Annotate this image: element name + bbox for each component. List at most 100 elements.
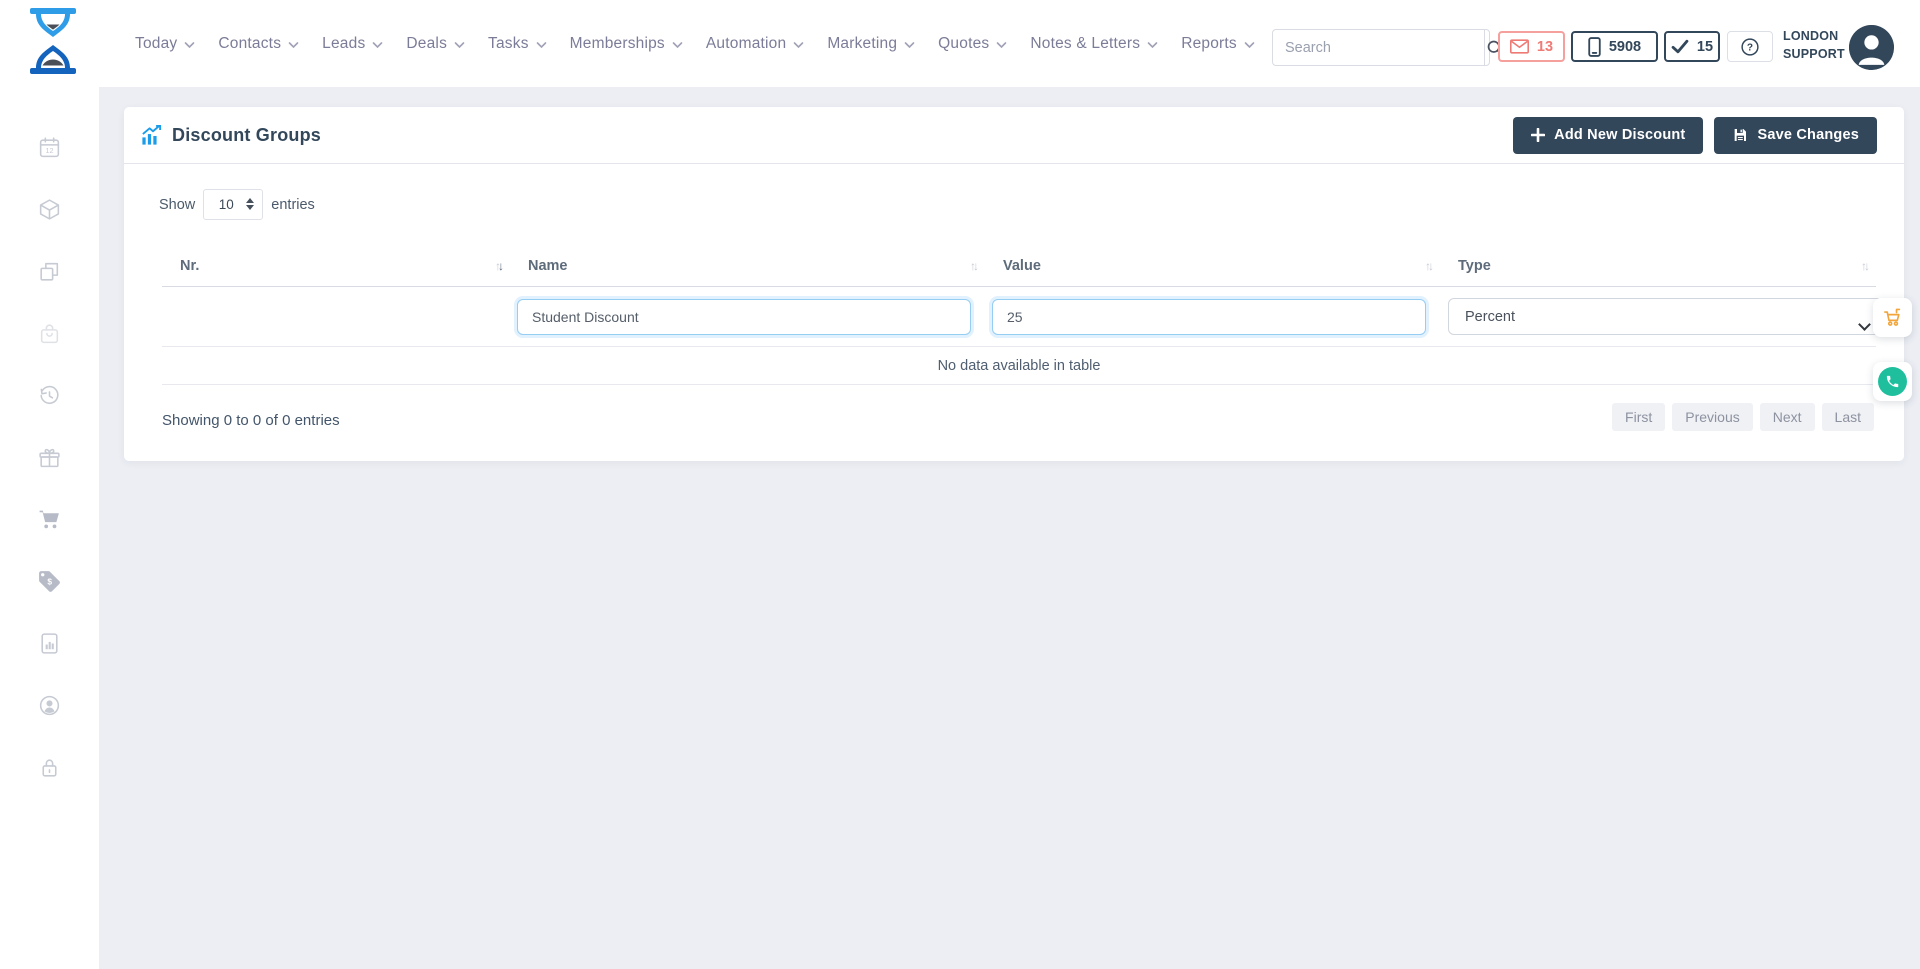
nav-item-tasks[interactable]: Tasks bbox=[488, 35, 547, 53]
gift-icon[interactable] bbox=[37, 445, 62, 470]
chevron-down-icon bbox=[372, 41, 383, 49]
svg-text:?: ? bbox=[1747, 42, 1753, 53]
nav-label: Automation bbox=[706, 35, 786, 53]
pagination-previous-button[interactable]: Previous bbox=[1672, 403, 1752, 431]
nav-label: Notes & Letters bbox=[1030, 35, 1140, 53]
floating-cart-button[interactable] bbox=[1873, 298, 1912, 337]
left-sidebar: 12 $ bbox=[0, 87, 99, 969]
discount-name-input[interactable] bbox=[517, 299, 971, 335]
nav-item-automation[interactable]: Automation bbox=[706, 35, 804, 53]
column-header-value[interactable]: Value ↑↓ bbox=[985, 245, 1440, 286]
plus-icon bbox=[1531, 128, 1545, 142]
person-icon bbox=[1849, 25, 1894, 70]
user-name: LONDON SUPPORT bbox=[1783, 27, 1849, 63]
column-label: Nr. bbox=[180, 258, 199, 274]
nav-label: Memberships bbox=[570, 35, 665, 53]
sort-icon: ↑↓ bbox=[1425, 259, 1434, 273]
sort-icon: ↑↓ bbox=[495, 259, 504, 273]
column-label: Value bbox=[1003, 258, 1041, 274]
chart-up-icon bbox=[140, 124, 163, 147]
help-button[interactable]: ? bbox=[1727, 31, 1773, 62]
column-header-name[interactable]: Name ↑↓ bbox=[510, 245, 985, 286]
nav-item-marketing[interactable]: Marketing bbox=[827, 35, 915, 53]
avatar[interactable] bbox=[1849, 25, 1894, 70]
phone-notifications-badge[interactable]: 5908 bbox=[1571, 31, 1658, 62]
account-icon[interactable] bbox=[37, 693, 62, 718]
nav-label: Marketing bbox=[827, 35, 897, 53]
nav-item-contacts[interactable]: Contacts bbox=[218, 35, 299, 53]
chevron-down-icon bbox=[793, 41, 804, 49]
phone-circle bbox=[1878, 367, 1907, 396]
discount-value-input[interactable] bbox=[992, 299, 1426, 335]
pagination-last-button[interactable]: Last bbox=[1822, 403, 1874, 431]
user-name-line2: SUPPORT bbox=[1783, 45, 1849, 63]
table-info: Showing 0 to 0 of 0 entries bbox=[162, 412, 340, 429]
discount-type-select[interactable]: Percent bbox=[1448, 298, 1884, 335]
lock-icon[interactable] bbox=[37, 755, 62, 780]
page-size-select[interactable]: 10 bbox=[203, 189, 263, 220]
nav-item-notes-letters[interactable]: Notes & Letters bbox=[1030, 35, 1158, 53]
top-bar: Today Contacts Leads Deals Tasks Members… bbox=[0, 0, 1920, 87]
nav-item-quotes[interactable]: Quotes bbox=[938, 35, 1007, 53]
bag-icon[interactable] bbox=[37, 321, 62, 346]
phone-count: 5908 bbox=[1609, 39, 1641, 55]
nav-label: Leads bbox=[322, 35, 365, 53]
pagination: First Previous Next Last bbox=[1612, 403, 1874, 431]
column-label: Type bbox=[1458, 258, 1491, 274]
discount-groups-panel: Discount Groups Add New Discount Save Ch bbox=[124, 107, 1904, 461]
new-discount-row: Percent bbox=[162, 287, 1876, 347]
column-label: Name bbox=[528, 258, 568, 274]
nav-label: Quotes bbox=[938, 35, 989, 53]
chevron-down-icon bbox=[536, 41, 547, 49]
calendar-icon[interactable]: 12 bbox=[37, 135, 62, 160]
report-icon[interactable] bbox=[37, 631, 62, 656]
envelope-icon bbox=[1510, 39, 1529, 54]
floating-phone-button[interactable] bbox=[1873, 362, 1912, 401]
mail-notifications-badge[interactable]: 13 bbox=[1498, 31, 1565, 62]
nav-item-deals[interactable]: Deals bbox=[406, 35, 465, 53]
search-box bbox=[1272, 29, 1490, 66]
phone-icon bbox=[1885, 374, 1900, 389]
nav-item-memberships[interactable]: Memberships bbox=[570, 35, 683, 53]
pagination-first-button[interactable]: First bbox=[1612, 403, 1665, 431]
nav-label: Contacts bbox=[218, 35, 281, 53]
add-new-discount-button[interactable]: Add New Discount bbox=[1513, 117, 1703, 154]
chevron-down-icon bbox=[904, 41, 915, 49]
type-cell: Percent bbox=[1440, 298, 1876, 335]
history-icon[interactable] bbox=[37, 383, 62, 408]
package-icon[interactable] bbox=[37, 197, 62, 222]
nav-item-reports[interactable]: Reports bbox=[1181, 35, 1255, 53]
chevron-down-icon bbox=[672, 41, 683, 49]
column-header-type[interactable]: Type ↑↓ bbox=[1440, 245, 1876, 286]
pagination-next-button[interactable]: Next bbox=[1760, 403, 1815, 431]
nav-item-today[interactable]: Today bbox=[135, 35, 195, 53]
save-button-label: Save Changes bbox=[1757, 127, 1859, 143]
entries-label: entries bbox=[271, 197, 315, 213]
app-logo[interactable] bbox=[28, 8, 78, 74]
panel-header: Discount Groups Add New Discount Save Ch bbox=[124, 107, 1904, 164]
cart-icon[interactable] bbox=[37, 507, 62, 532]
check-count: 15 bbox=[1697, 39, 1713, 55]
search-input[interactable] bbox=[1273, 30, 1484, 65]
main-nav: Today Contacts Leads Deals Tasks Members… bbox=[135, 0, 1312, 87]
nav-item-leads[interactable]: Leads bbox=[322, 35, 383, 53]
copy-icon[interactable] bbox=[37, 259, 62, 284]
check-icon bbox=[1671, 39, 1689, 54]
price-tag-icon[interactable]: $ bbox=[37, 569, 62, 594]
nav-label: Today bbox=[135, 35, 177, 53]
page-title: Discount Groups bbox=[172, 125, 321, 146]
chevron-down-icon bbox=[996, 41, 1007, 49]
show-label: Show bbox=[159, 197, 195, 213]
sort-icon: ↑↓ bbox=[970, 259, 979, 273]
mail-count: 13 bbox=[1537, 39, 1553, 55]
tasks-done-badge[interactable]: 15 bbox=[1664, 31, 1720, 62]
discounts-table: Nr. ↑↓ Name ↑↓ Value ↑↓ Type ↑↓ bbox=[162, 245, 1876, 385]
value-cell bbox=[985, 299, 1440, 335]
mobile-phone-icon bbox=[1588, 37, 1601, 57]
chevron-down-icon bbox=[1244, 41, 1255, 49]
svg-text:12: 12 bbox=[45, 146, 53, 155]
save-changes-button[interactable]: Save Changes bbox=[1714, 117, 1877, 154]
column-header-nr[interactable]: Nr. ↑↓ bbox=[162, 245, 510, 286]
question-mark-icon: ? bbox=[1739, 36, 1761, 58]
nav-label: Reports bbox=[1181, 35, 1237, 53]
